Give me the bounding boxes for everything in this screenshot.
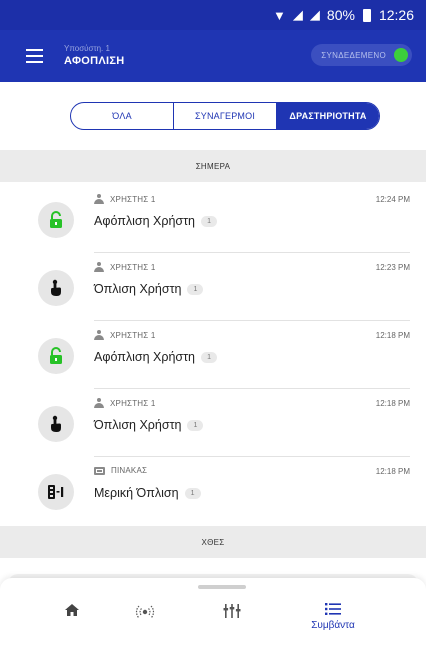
nav-events-label: Συμβάντα	[311, 620, 355, 631]
event-time: 12:24 PM	[375, 195, 410, 204]
connection-status[interactable]: ΣΥΝΔΕΔΕΜΕΝΟ	[311, 44, 412, 66]
drag-handle[interactable]	[198, 585, 246, 589]
event-source: ΠΙΝΑΚΑΣ	[94, 466, 147, 475]
keypad-touch-icon	[51, 415, 61, 432]
status-bar: ▼ ◢ ◢ 80% 12:26	[0, 0, 426, 30]
event-description: Αφόπλιση Χρήστη 1	[94, 350, 218, 364]
person-icon	[94, 398, 104, 408]
keypad-touch-icon	[51, 279, 61, 296]
unlock-icon	[50, 211, 62, 228]
nav-events[interactable]: Συμβάντα	[303, 602, 363, 642]
connected-dot-icon	[394, 48, 408, 62]
event-description-text: Αφόπλιση Χρήστη	[94, 214, 196, 228]
events-list-icon	[325, 603, 341, 615]
menu-button[interactable]	[12, 34, 56, 78]
event-count-badge: 1	[187, 283, 204, 295]
signal-icon: ◢	[292, 7, 304, 22]
event-source-label: ΧΡΗΣΤΗΣ 1	[110, 194, 156, 204]
nav-home[interactable]	[42, 602, 102, 642]
event-source: ΧΡΗΣΤΗΣ 1	[94, 398, 155, 408]
filter-tabs: ΌΛΑ ΣΥΝΑΓΕΡΜΟΙ ΔΡΑΣΤΗΡΙΟΤΗΤΑ	[70, 102, 380, 130]
page-title: ΑΦΟΠΛΙΣΗ	[64, 55, 125, 67]
signal-icon-2: ◢	[309, 7, 321, 22]
tab-activity[interactable]: ΔΡΑΣΤΗΡΙΟΤΗΤΑ	[277, 103, 379, 129]
event-description-text: Όπλιση Χρήστη	[94, 282, 182, 296]
event-count-badge: 1	[184, 487, 201, 499]
event-time: 12:18 PM	[375, 467, 410, 476]
event-source: ΧΡΗΣΤΗΣ 1	[94, 194, 155, 204]
event-count-badge: 1	[201, 215, 218, 227]
event-source-label: ΠΙΝΑΚΑΣ	[111, 466, 148, 475]
bottom-navigation: Συμβάντα	[0, 578, 426, 648]
event-row[interactable]: ΧΡΗΣΤΗΣ 1 Αφόπλιση Χρήστη 1 12:18 PM	[0, 320, 426, 388]
tab-all[interactable]: ΌΛΑ	[71, 103, 174, 129]
clock: 12:26	[378, 7, 414, 23]
panel-icon	[94, 466, 105, 475]
event-icon-container	[38, 406, 74, 442]
header-titles: Υποσύστη. 1 ΑΦΟΠΛΙΣΗ	[64, 44, 125, 68]
battery-percent: 80%	[326, 7, 355, 23]
home-icon	[65, 604, 79, 616]
event-description-text: Μερική Όπλιση	[94, 486, 179, 500]
event-time: 12:18 PM	[375, 331, 410, 340]
event-source: ΧΡΗΣΤΗΣ 1	[94, 330, 155, 340]
unlock-icon	[50, 347, 62, 364]
event-description-text: Όπλιση Χρήστη	[94, 418, 182, 432]
section-header-yesterday: ΧΘΕΣ	[0, 526, 426, 558]
event-source-label: ΧΡΗΣΤΗΣ 1	[110, 330, 156, 340]
partition-subtitle: Υποσύστη. 1	[64, 44, 110, 53]
partial-arm-icon	[48, 485, 64, 499]
event-source: ΧΡΗΣΤΗΣ 1	[94, 262, 155, 272]
event-row[interactable]: ΠΙΝΑΚΑΣ Μερική Όπλιση 1 12:18 PM	[0, 456, 426, 524]
nav-devices[interactable]	[202, 602, 262, 642]
event-description: Όπλιση Χρήστη 1	[94, 418, 204, 432]
menu-icon	[25, 49, 43, 51]
event-description: Μερική Όπλιση 1	[94, 486, 201, 500]
section-header-today: ΣΗΜΕΡΑ	[0, 150, 426, 182]
event-time: 12:18 PM	[375, 399, 410, 408]
event-icon-container	[38, 338, 74, 374]
event-source-label: ΧΡΗΣΤΗΣ 1	[110, 262, 156, 272]
event-time: 12:23 PM	[375, 263, 410, 272]
nav-sensors[interactable]	[115, 602, 175, 642]
event-row[interactable]: ΧΡΗΣΤΗΣ 1 Όπλιση Χρήστη 1 12:18 PM	[0, 388, 426, 456]
event-row[interactable]: ΧΡΗΣΤΗΣ 1 Όπλιση Χρήστη 1 12:23 PM	[0, 252, 426, 320]
app-screen: ▼ ◢ ◢ 80% 12:26 Υποσύστη. 1 ΑΦΟΠΛΙΣΗ ΣΥΝ…	[0, 0, 426, 648]
person-icon	[94, 330, 104, 340]
event-count-badge: 1	[187, 419, 204, 431]
event-icon-container	[38, 270, 74, 306]
event-icon-container	[38, 474, 74, 510]
person-icon	[94, 262, 104, 272]
event-icon-container	[38, 202, 74, 238]
event-description-text: Αφόπλιση Χρήστη	[94, 350, 196, 364]
event-row[interactable]: ΧΡΗΣΤΗΣ 1 Αφόπλιση Χρήστη 1 12:24 PM	[0, 184, 426, 252]
connection-status-label: ΣΥΝΔΕΔΕΜΕΝΟ	[321, 50, 386, 60]
sensors-icon	[135, 605, 155, 619]
app-header: Υποσύστη. 1 ΑΦΟΠΛΙΣΗ ΣΥΝΔΕΔΕΜΕΝΟ	[0, 30, 426, 82]
tab-alarms[interactable]: ΣΥΝΑΓΕΡΜΟΙ	[174, 103, 277, 129]
battery-icon	[362, 8, 371, 22]
person-icon	[94, 194, 104, 204]
wifi-icon: ▼	[273, 7, 287, 23]
event-description: Αφόπλιση Χρήστη 1	[94, 214, 218, 228]
sliders-icon	[223, 604, 241, 618]
event-description: Όπλιση Χρήστη 1	[94, 282, 204, 296]
event-count-badge: 1	[201, 351, 218, 363]
event-source-label: ΧΡΗΣΤΗΣ 1	[110, 398, 156, 408]
